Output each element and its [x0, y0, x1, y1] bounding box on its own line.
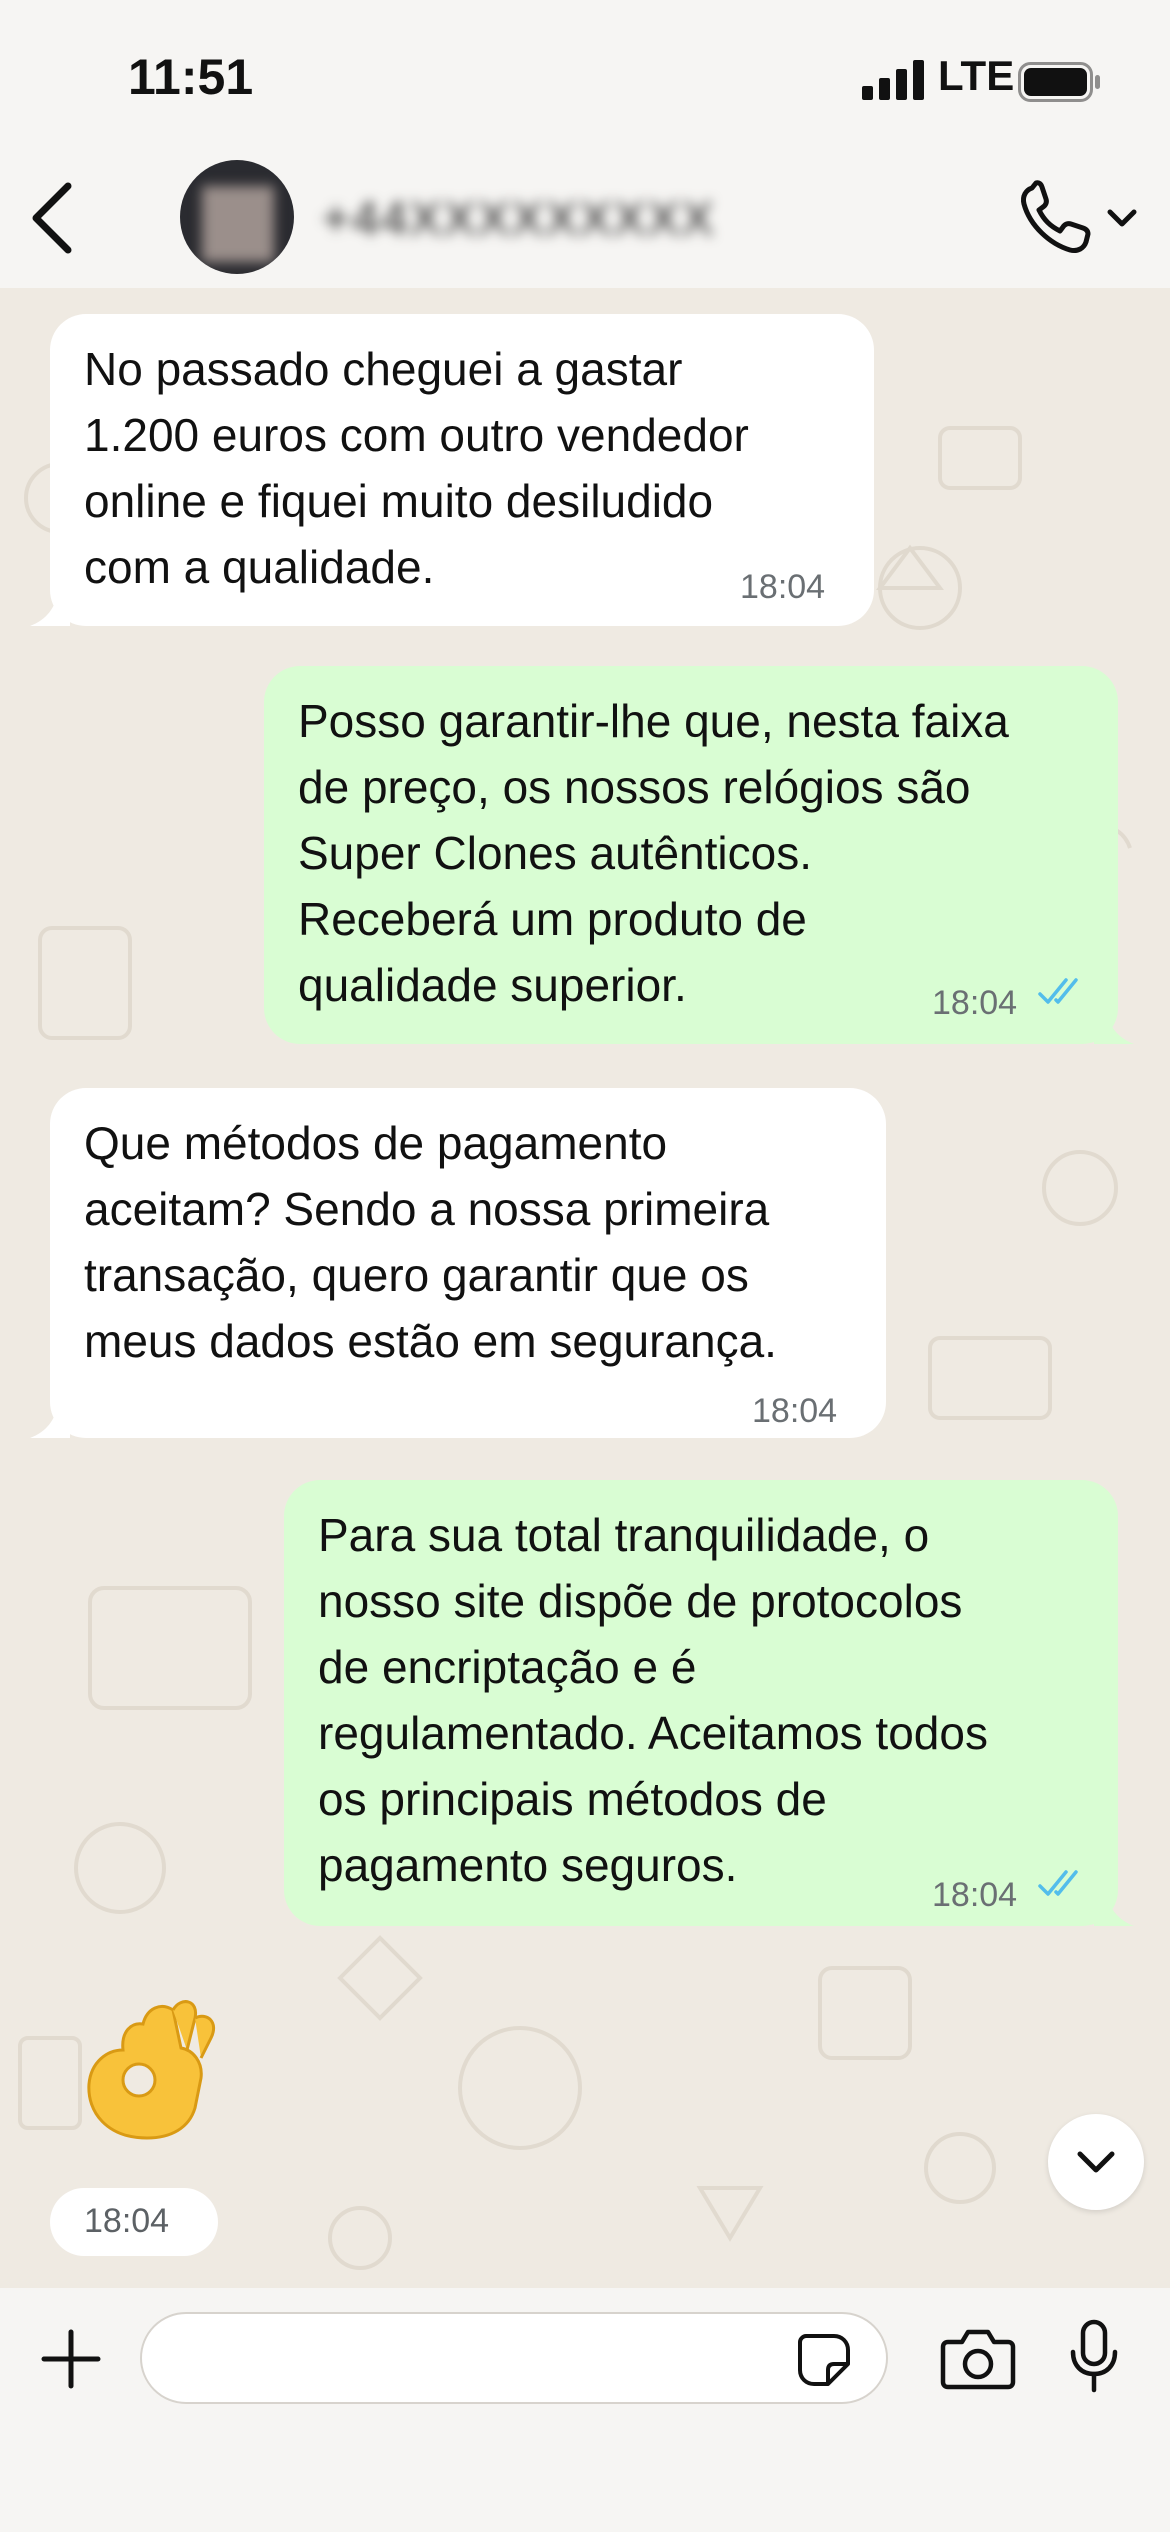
message-time: 18:04	[932, 984, 1018, 1022]
chat-area[interactable]: No passado cheguei a gastar 1.200 euros …	[0, 288, 1170, 2288]
contact-avatar[interactable]	[180, 160, 294, 274]
microphone-icon[interactable]	[1066, 2318, 1122, 2394]
message-time: 18:04	[740, 568, 826, 606]
message-text: Que métodos de pagamento aceitam? Sendo …	[84, 1117, 777, 1367]
cellular-signal-icon	[862, 60, 924, 100]
phone-call-icon[interactable]	[1014, 176, 1144, 260]
camera-icon[interactable]	[940, 2326, 1016, 2390]
message-bubble-outgoing[interactable]: Posso garantir-lhe que, nesta faixa de p…	[264, 666, 1118, 1044]
message-composer	[0, 2288, 1170, 2532]
chevron-down-icon	[1077, 2151, 1115, 2173]
read-receipt-icon	[1038, 1870, 1078, 1896]
ok-hand-emoji-icon[interactable]	[72, 1988, 232, 2148]
emoji-message-time-pill: 18:04	[50, 2188, 218, 2256]
status-bar: 11:51 LTE	[0, 0, 1170, 150]
battery-icon	[1018, 62, 1100, 102]
read-receipt-icon	[1038, 978, 1078, 1004]
back-chevron-icon[interactable]	[22, 178, 82, 258]
status-time: 11:51	[128, 49, 254, 105]
network-type: LTE	[938, 52, 1015, 99]
contact-name[interactable]: +44XXXXXXXXX	[322, 192, 716, 247]
message-bubble-incoming[interactable]: No passado cheguei a gastar 1.200 euros …	[50, 314, 874, 626]
chat-header: +44XXXXXXXXX	[0, 150, 1170, 289]
message-time: 18:04	[84, 2202, 170, 2240]
message-input[interactable]	[140, 2312, 888, 2404]
sticker-icon[interactable]	[794, 2330, 854, 2390]
message-text: Posso garantir-lhe que, nesta faixa de p…	[298, 695, 1009, 1011]
message-time: 18:04	[752, 1392, 838, 1430]
scroll-to-bottom-button[interactable]	[1048, 2114, 1144, 2210]
plus-icon[interactable]	[36, 2324, 106, 2394]
message-time: 18:04	[932, 1876, 1018, 1914]
message-bubble-incoming[interactable]: Que métodos de pagamento aceitam? Sendo …	[50, 1088, 886, 1438]
message-text: Para sua total tranquilidade, o nosso si…	[318, 1509, 988, 1891]
message-bubble-outgoing[interactable]: Para sua total tranquilidade, o nosso si…	[284, 1480, 1118, 1926]
